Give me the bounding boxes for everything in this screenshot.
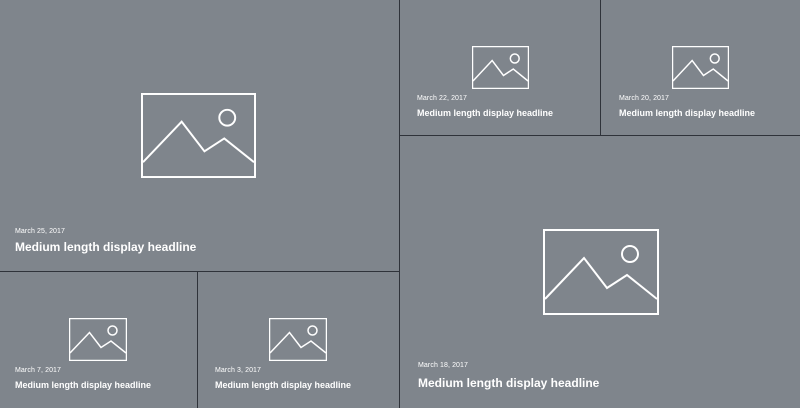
article-card[interactable]: March 22, 2017 Medium length display hea… — [400, 0, 600, 135]
article-date: March 25, 2017 — [15, 228, 66, 235]
article-card[interactable]: March 25, 2017 Medium length display hea… — [0, 0, 399, 271]
article-date: March 18, 2017 — [418, 362, 469, 369]
article-grid: March 25, 2017 Medium length display hea… — [0, 0, 800, 408]
article-date: March 22, 2017 — [417, 95, 468, 102]
image-placeholder-icon — [69, 318, 127, 361]
image-placeholder-icon — [672, 46, 729, 89]
image-placeholder-icon — [269, 318, 327, 361]
article-date: March 3, 2017 — [215, 367, 262, 374]
article-date: March 7, 2017 — [15, 367, 62, 374]
image-placeholder-icon — [472, 46, 529, 89]
article-card[interactable]: March 7, 2017 Medium length display head… — [0, 272, 197, 408]
article-card[interactable]: March 18, 2017 Medium length display hea… — [400, 136, 800, 408]
article-date: March 20, 2017 — [619, 95, 670, 102]
article-headline[interactable]: Medium length display headline — [619, 108, 755, 118]
article-headline[interactable]: Medium length display headline — [15, 240, 196, 254]
article-card[interactable]: March 3, 2017 Medium length display head… — [198, 272, 399, 408]
image-placeholder-icon — [141, 93, 256, 178]
image-placeholder-icon — [543, 229, 659, 315]
article-headline[interactable]: Medium length display headline — [417, 108, 553, 118]
article-card[interactable]: March 20, 2017 Medium length display hea… — [601, 0, 800, 135]
article-headline[interactable]: Medium length display headline — [418, 376, 599, 390]
article-headline[interactable]: Medium length display headline — [215, 380, 351, 390]
article-headline[interactable]: Medium length display headline — [15, 380, 151, 390]
